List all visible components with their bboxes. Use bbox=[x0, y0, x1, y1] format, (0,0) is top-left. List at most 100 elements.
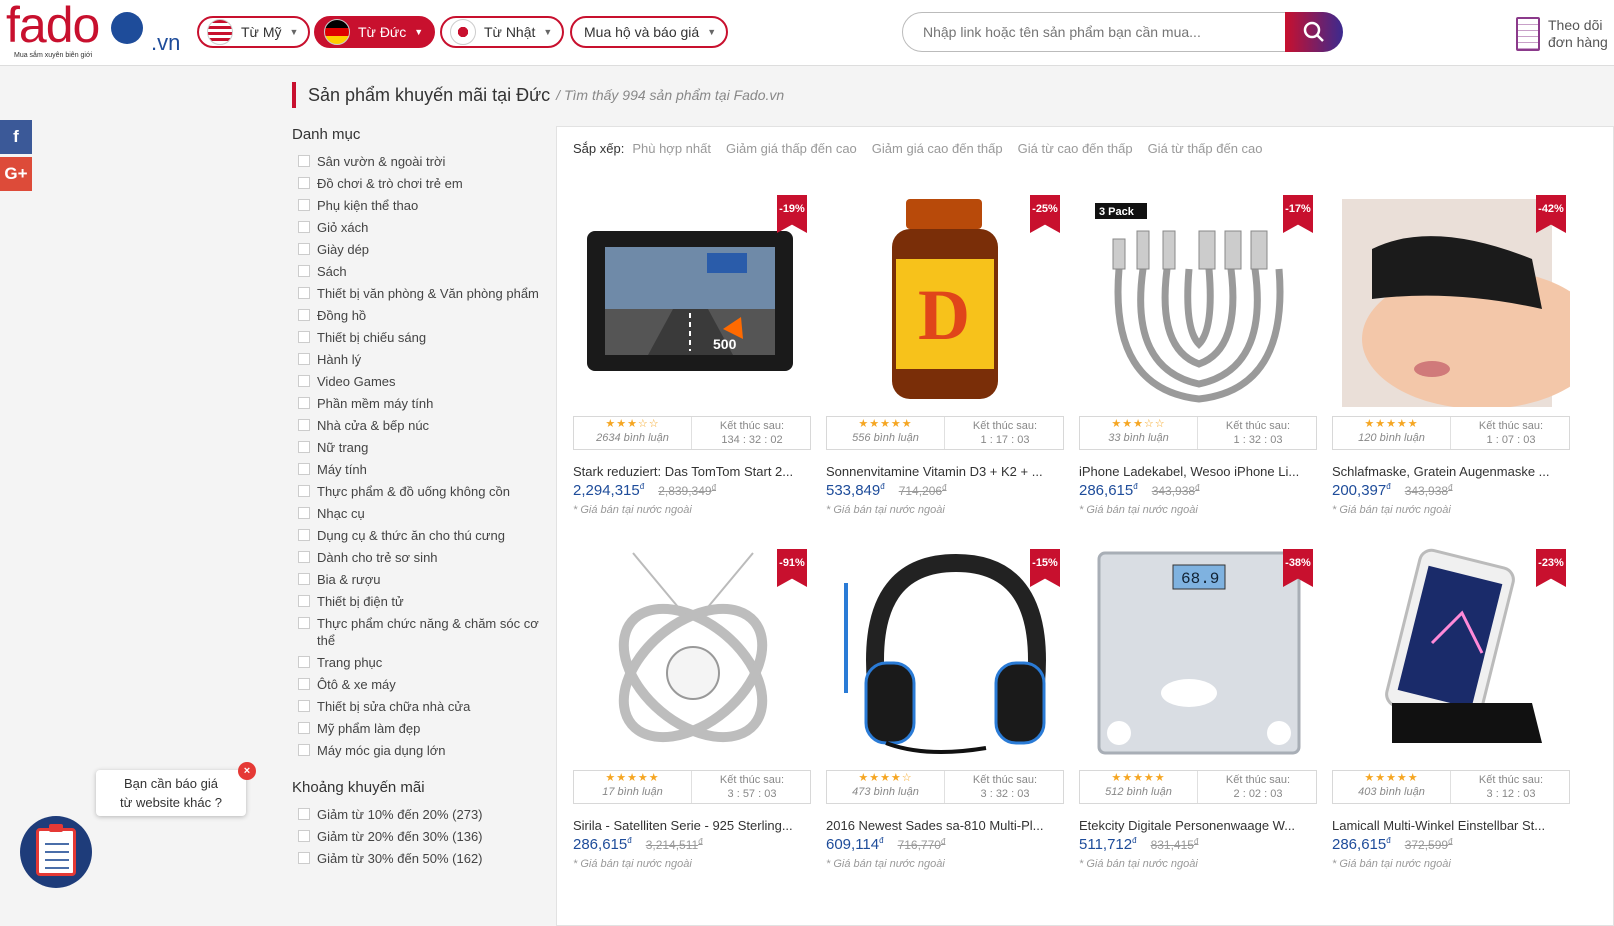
product-name[interactable]: Stark reduziert: Das TomTom Start 2... bbox=[573, 464, 811, 479]
product-name[interactable]: Sirila - Satelliten Serie - 925 Sterling… bbox=[573, 818, 811, 833]
checkbox[interactable] bbox=[298, 397, 310, 409]
close-icon[interactable]: × bbox=[238, 762, 256, 780]
discount-filter-item[interactable]: Giảm từ 30% đến 50% (162) bbox=[292, 850, 542, 867]
category-filter-item[interactable]: Máy móc gia dụng lớn bbox=[292, 742, 542, 759]
checkbox[interactable] bbox=[298, 177, 310, 189]
category-filter-item[interactable]: Trang phục bbox=[292, 654, 542, 671]
checkbox[interactable] bbox=[298, 573, 310, 585]
product-image[interactable]: 3 Pack bbox=[1079, 189, 1317, 407]
category-filter-item[interactable]: Thiết bị sửa chữa nhà cửa bbox=[292, 698, 542, 715]
category-filter-item[interactable]: Phụ kiện thể thao bbox=[292, 197, 542, 214]
checkbox[interactable] bbox=[298, 265, 310, 277]
discount-filter-item[interactable]: Giảm từ 20% đến 30% (136) bbox=[292, 828, 542, 845]
category-filter-item[interactable]: Thực phẩm chức năng & chăm sóc cơ thể bbox=[292, 615, 542, 649]
review-count[interactable]: 33 bình luận bbox=[1080, 431, 1197, 445]
search-button[interactable] bbox=[1285, 12, 1343, 52]
checkbox[interactable] bbox=[298, 700, 310, 712]
product-card[interactable]: 3 Pack -17% ★★★☆☆ 33 bình luận Kết thúc sau:… bbox=[1079, 127, 1317, 516]
checkbox[interactable] bbox=[298, 221, 310, 233]
category-filter-item[interactable]: Nữ trang bbox=[292, 439, 542, 456]
review-count[interactable]: 473 bình luận bbox=[827, 785, 944, 799]
category-filter-item[interactable]: Video Games bbox=[292, 373, 542, 390]
review-count[interactable]: 120 bình luận bbox=[1333, 431, 1450, 445]
checkbox[interactable] bbox=[298, 529, 310, 541]
quote-chat-bubble[interactable]: Bạn cần báo giá từ website khác ? bbox=[96, 770, 246, 816]
product-name[interactable]: Lamicall Multi-Winkel Einstellbar St... bbox=[1332, 818, 1570, 833]
category-filter-item[interactable]: Phần mềm máy tính bbox=[292, 395, 542, 412]
track-orders-button[interactable]: Theo dõi đơn hàng bbox=[1516, 14, 1614, 54]
discount-filter-item[interactable]: Giảm từ 10% đến 20% (273) bbox=[292, 806, 542, 823]
checkbox[interactable] bbox=[298, 243, 310, 255]
category-filter-item[interactable]: Dụng cụ & thức ăn cho thú cưng bbox=[292, 527, 542, 544]
category-filter-item[interactable]: Thực phẩm & đồ uống không cồn bbox=[292, 483, 542, 500]
review-count[interactable]: 556 bình luận bbox=[827, 431, 944, 445]
review-count[interactable]: 512 bình luận bbox=[1080, 785, 1197, 799]
checkbox[interactable] bbox=[298, 617, 310, 629]
product-name[interactable]: Schlafmaske, Gratein Augenmaske ... bbox=[1332, 464, 1570, 479]
checkbox[interactable] bbox=[298, 287, 310, 299]
category-filter-item[interactable]: Giày dép bbox=[292, 241, 542, 258]
chat-launcher-button[interactable] bbox=[20, 816, 92, 888]
fado-logo[interactable]: fado .vn Mua sắm xuyên biên giới bbox=[6, 0, 186, 62]
checkbox[interactable] bbox=[298, 155, 310, 167]
checkbox[interactable] bbox=[298, 199, 310, 211]
product-name[interactable]: iPhone Ladekabel, Wesoo iPhone Li... bbox=[1079, 464, 1317, 479]
category-filter-item[interactable]: Nhạc cụ bbox=[292, 505, 542, 522]
checkbox[interactable] bbox=[298, 722, 310, 734]
category-filter-item[interactable]: Ôtô & xe máy bbox=[292, 676, 542, 693]
category-filter-item[interactable]: Giỏ xách bbox=[292, 219, 542, 236]
checkbox[interactable] bbox=[298, 485, 310, 497]
product-image[interactable] bbox=[573, 543, 811, 761]
checkbox[interactable] bbox=[298, 595, 310, 607]
facebook-icon[interactable]: f bbox=[0, 120, 32, 154]
product-card[interactable]: -23% ★★★★★ 403 bình luận Kết thúc sau: 3 : 1… bbox=[1332, 481, 1570, 870]
review-count[interactable]: 403 bình luận bbox=[1333, 785, 1450, 799]
checkbox[interactable] bbox=[298, 656, 310, 668]
category-filter-item[interactable]: Máy tính bbox=[292, 461, 542, 478]
checkbox[interactable] bbox=[298, 808, 310, 820]
product-name[interactable]: 2016 Newest Sades sa-810 Multi-Pl... bbox=[826, 818, 1064, 833]
review-count[interactable]: 2634 bình luận bbox=[574, 431, 691, 445]
search-input[interactable] bbox=[923, 13, 1293, 51]
product-image[interactable] bbox=[1332, 189, 1570, 407]
checkbox[interactable] bbox=[298, 830, 310, 842]
category-filter-item[interactable]: Mỹ phẩm làm đẹp bbox=[292, 720, 542, 737]
checkbox[interactable] bbox=[298, 309, 310, 321]
product-name[interactable]: Etekcity Digitale Personenwaage W... bbox=[1079, 818, 1317, 833]
origin-jp-button[interactable]: Từ Nhật ▼ bbox=[440, 16, 565, 48]
checkbox[interactable] bbox=[298, 744, 310, 756]
category-filter-item[interactable]: Sân vườn & ngoài trời bbox=[292, 153, 542, 170]
product-image[interactable] bbox=[1332, 543, 1570, 761]
product-card[interactable]: -42% ★★★★★ 120 bình luận Kết thúc sau: 1 : 0… bbox=[1332, 127, 1570, 516]
product-card[interactable]: 500 -19% ★★★☆☆ 2634 bình luận Kết thúc sau: 1… bbox=[573, 127, 811, 516]
checkbox[interactable] bbox=[298, 419, 310, 431]
product-card[interactable]: D -25% ★★★★★ 556 bình luận Kết thúc sau: 1 : … bbox=[826, 127, 1064, 516]
product-card[interactable]: -91% ★★★★★ 17 bình luận Kết thúc sau: 3 : 57… bbox=[573, 481, 811, 870]
category-filter-item[interactable]: Hành lý bbox=[292, 351, 542, 368]
category-filter-item[interactable]: Thiết bị văn phòng & Văn phòng phẩm bbox=[292, 285, 542, 302]
checkbox[interactable] bbox=[298, 441, 310, 453]
category-filter-item[interactable]: Sách bbox=[292, 263, 542, 280]
checkbox[interactable] bbox=[298, 852, 310, 864]
category-filter-item[interactable]: Đồ chơi & trò chơi trẻ em bbox=[292, 175, 542, 192]
checkbox[interactable] bbox=[298, 353, 310, 365]
product-image[interactable]: 68.9 bbox=[1079, 543, 1317, 761]
category-filter-item[interactable]: Đồng hồ bbox=[292, 307, 542, 324]
review-count[interactable]: 17 bình luận bbox=[574, 785, 691, 799]
category-filter-item[interactable]: Thiết bị điện tử bbox=[292, 593, 542, 610]
checkbox[interactable] bbox=[298, 507, 310, 519]
category-filter-item[interactable]: Bia & rượu bbox=[292, 571, 542, 588]
product-image[interactable]: 500 bbox=[573, 189, 811, 407]
product-card[interactable]: 68.9 -38% ★★★★★ 512 bình luận Kết thúc sau: 2… bbox=[1079, 481, 1317, 870]
buy-quote-button[interactable]: Mua hộ và báo giá ▼ bbox=[570, 16, 729, 48]
checkbox[interactable] bbox=[298, 551, 310, 563]
category-filter-item[interactable]: Nhà cửa & bếp núc bbox=[292, 417, 542, 434]
product-name[interactable]: Sonnenvitamine Vitamin D3 + K2 + ... bbox=[826, 464, 1064, 479]
product-image[interactable] bbox=[826, 543, 1064, 761]
checkbox[interactable] bbox=[298, 678, 310, 690]
category-filter-item[interactable]: Dành cho trẻ sơ sinh bbox=[292, 549, 542, 566]
google-plus-icon[interactable]: G+ bbox=[0, 157, 32, 191]
product-card[interactable]: -15% ★★★★☆ 473 bình luận Kết thúc sau: 3 : 3… bbox=[826, 481, 1064, 870]
checkbox[interactable] bbox=[298, 375, 310, 387]
origin-us-button[interactable]: Từ Mỹ ▼ bbox=[197, 16, 311, 48]
